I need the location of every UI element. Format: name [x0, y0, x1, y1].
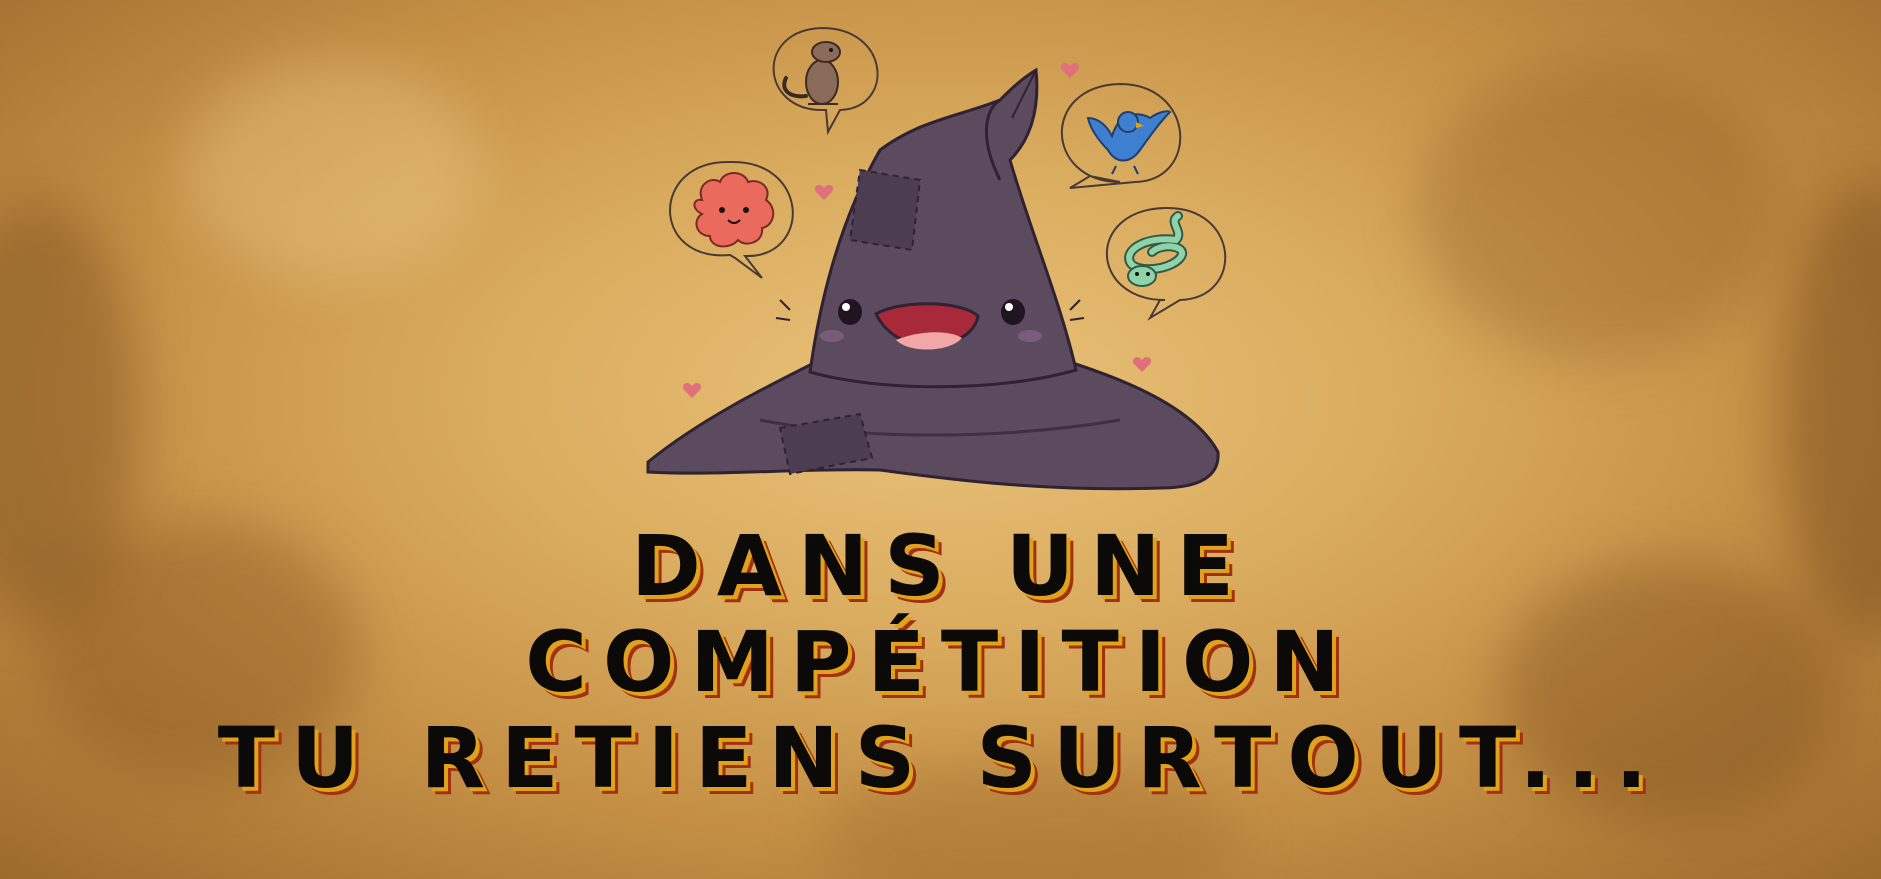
bird-icon	[1086, 110, 1172, 175]
bird-bubble	[1060, 82, 1182, 189]
parchment-background: DANS UNE COMPÉTITION TU RETIENS SURTOUT.…	[0, 0, 1881, 879]
ferret-bubble	[772, 26, 879, 136]
fluffy-creature-bubble	[669, 160, 794, 279]
headline-line-3: TU RETIENS SURTOUT...	[217, 709, 1664, 807]
ferret-icon	[782, 41, 841, 105]
snake-icon	[1124, 211, 1188, 287]
headline-line-1: DANS UNE	[631, 517, 1250, 615]
snake-bubble	[1105, 206, 1227, 321]
fluffy-creature-icon	[693, 172, 775, 248]
headline-line-2: COMPÉTITION	[525, 613, 1356, 711]
headline: DANS UNE COMPÉTITION TU RETIENS SURTOUT.…	[0, 518, 1881, 806]
